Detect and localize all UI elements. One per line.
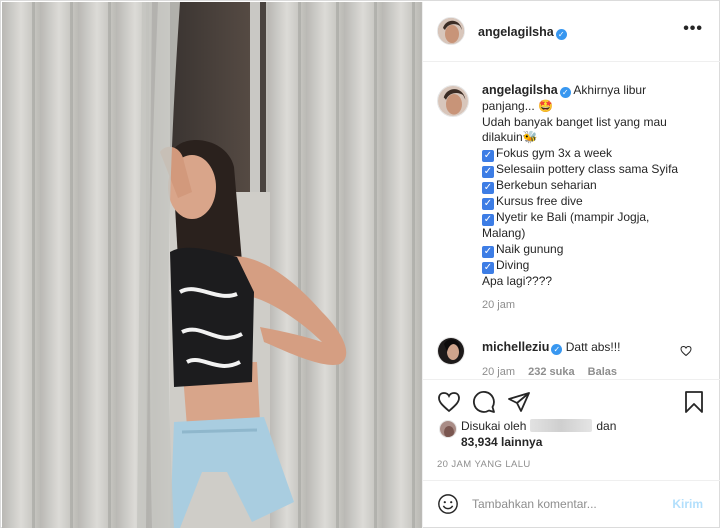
caption-text: Apa lagi????: [482, 273, 553, 288]
checkbox-icon: ✓: [482, 182, 494, 195]
comment-like-heart-icon[interactable]: [680, 345, 692, 357]
comment-bubble-icon[interactable]: [472, 390, 496, 414]
caption-text: Udah banyak banget list yang mau: [482, 114, 667, 129]
avatar-image: [438, 338, 464, 364]
checklist-item: ✓ Naik gunung: [482, 241, 564, 258]
commenter-avatar[interactable]: [437, 337, 465, 365]
reply-button[interactable]: Balas: [588, 366, 617, 378]
comment-meta: 20 jam 232 suka Balas: [482, 366, 617, 378]
like-heart-icon[interactable]: [437, 390, 461, 414]
liked-by-prefix: Disukai oleh: [461, 419, 527, 433]
caption-time[interactable]: 20 jam: [482, 298, 704, 314]
checklist-item: ✓ Berkebun seharian: [482, 178, 597, 195]
checkbox-icon: ✓: [482, 245, 494, 258]
author-username[interactable]: angelagilsha: [478, 25, 554, 39]
comment-likes[interactable]: 232 suka: [528, 366, 574, 378]
post-dialog: angelagilsha ✓ ••• angelagilsha ✓ Akhirnya…: [0, 0, 720, 528]
post-details: angelagilsha ✓ ••• angelagilsha ✓ Akhirnya…: [422, 2, 720, 528]
post-timestamp[interactable]: 20 JAM YANG LALU: [437, 459, 531, 470]
comment-time[interactable]: 20 jam: [482, 366, 515, 378]
checkbox-icon: ✓: [482, 150, 494, 163]
post-photo[interactable]: [2, 2, 422, 528]
checkbox-icon: ✓: [482, 198, 494, 211]
checklist-item-continued: Malang): [482, 226, 526, 241]
comment-input[interactable]: [472, 497, 662, 511]
verified-badge-icon: ✓: [551, 344, 563, 355]
caption-text: Akhirnya libur: [573, 83, 647, 97]
liker-avatar[interactable]: [439, 420, 457, 438]
blurred-username: [530, 419, 593, 432]
checklist-item: ✓ Diving: [482, 257, 530, 274]
share-send-icon[interactable]: [507, 390, 531, 414]
emoji-smiley-icon[interactable]: [437, 493, 459, 515]
commenter-username[interactable]: michelleziu: [482, 340, 549, 354]
checkbox-icon: ✓: [482, 166, 494, 179]
post-image: [2, 2, 422, 528]
add-comment-bar: Kirim: [423, 480, 720, 528]
post-header: angelagilsha ✓ •••: [423, 2, 720, 62]
author-avatar[interactable]: [437, 17, 465, 45]
comments-area[interactable]: angelagilsha ✓ Akhirnya libur panjang... …: [423, 63, 720, 379]
caption-text: panjang... 🤩: [482, 98, 553, 113]
save-bookmark-icon[interactable]: [682, 390, 706, 414]
avatar-image: [438, 18, 464, 44]
checklist-item: ✓ Selesaiin pottery class sama Syifa: [482, 162, 679, 179]
avatar-image: [440, 421, 456, 437]
verified-badge-icon: ✓: [559, 87, 571, 98]
caption-username[interactable]: angelagilsha: [482, 83, 558, 97]
caption-text: dilakuin🐝: [482, 130, 538, 145]
avatar-image: [438, 86, 468, 116]
post-comment-button[interactable]: Kirim: [672, 497, 703, 511]
more-dots-icon[interactable]: •••: [683, 21, 703, 37]
caption: angelagilsha ✓ Akhirnya libur panjang... …: [482, 83, 704, 314]
checklist-item: ✓ Fokus gym 3x a week: [482, 146, 613, 163]
verified-badge-icon: ✓: [555, 29, 567, 40]
checkbox-icon: ✓: [482, 261, 494, 274]
checklist-item: ✓ Nyetir ke Bali (mampir Jogja,: [482, 210, 650, 227]
liked-by: Disukai oleh dan 83,934 lainnya: [461, 419, 616, 450]
checklist-item: ✓ Kursus free dive: [482, 194, 583, 211]
checkbox-icon: ✓: [482, 214, 494, 227]
comment-text: Datt abs!!!: [565, 340, 621, 354]
caption-avatar[interactable]: [437, 85, 469, 117]
likes-count[interactable]: 83,934 lainnya: [461, 435, 542, 449]
liked-by-conj: dan: [596, 419, 617, 433]
post-actions: Disukai oleh dan 83,934 lainnya 20 JAM YA…: [423, 379, 720, 529]
comment: michelleziu ✓ Datt abs!!!: [482, 340, 620, 355]
